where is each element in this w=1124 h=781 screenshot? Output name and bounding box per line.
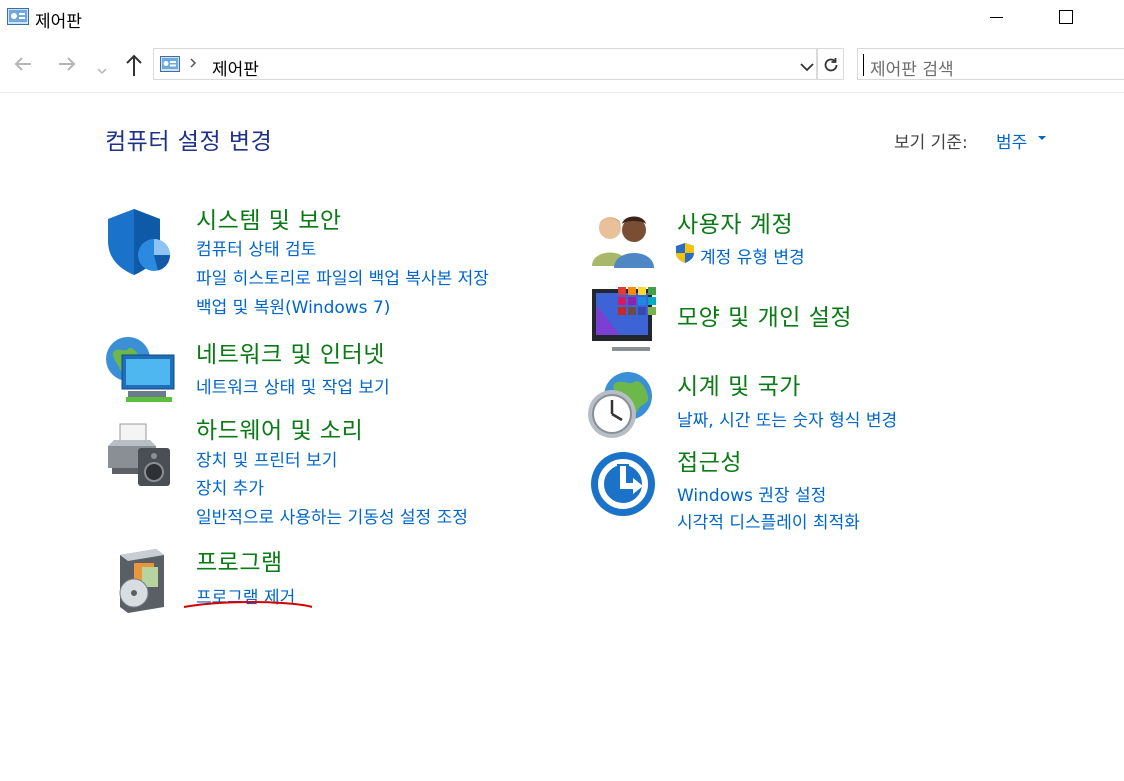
maximize-button[interactable] <box>1059 10 1073 24</box>
shield-icon[interactable] <box>104 207 172 281</box>
link-add-device[interactable]: 장치 추가 <box>196 474 264 499</box>
view-by-label: 보기 기준: <box>894 133 968 153</box>
link-network-status[interactable]: 네트워크 상태 및 작업 보기 <box>196 373 390 398</box>
refresh-icon <box>824 58 838 72</box>
address-bar[interactable]: 제어판 <box>153 48 817 80</box>
control-panel-icon <box>160 56 180 72</box>
link-review-computer-status[interactable]: 컴퓨터 상태 검토 <box>196 235 316 260</box>
breadcrumb-chevron-icon[interactable] <box>188 56 198 74</box>
link-devices-printers[interactable]: 장치 및 프린터 보기 <box>196 446 337 471</box>
link-mobility-settings[interactable]: 일반적으로 사용하는 기동성 설정 조정 <box>196 503 468 528</box>
address-dropdown-icon[interactable] <box>799 58 815 77</box>
view-by-caret-icon[interactable] <box>1038 136 1046 140</box>
uac-shield-icon <box>675 242 695 268</box>
red-underline-annotation <box>182 596 316 615</box>
text-caret <box>863 54 864 76</box>
back-arrow-icon[interactable] <box>11 52 35 80</box>
link-optimize-visual-display[interactable]: 시각적 디스플레이 최적화 <box>677 508 860 533</box>
display-tiles-icon[interactable] <box>590 285 662 359</box>
category-user-accounts[interactable]: 사용자 계정 <box>677 205 793 239</box>
refresh-button[interactable] <box>817 48 844 80</box>
page-title: 컴퓨터 설정 변경 <box>105 129 273 155</box>
breadcrumb-current[interactable]: 제어판 <box>212 55 259 80</box>
search-input[interactable]: 제어판 검색 <box>857 48 1124 80</box>
up-arrow-icon[interactable] <box>122 52 146 82</box>
header-divider <box>0 92 1124 93</box>
category-network-internet[interactable]: 네트워크 및 인터넷 <box>196 335 385 369</box>
category-ease-of-access[interactable]: 접근성 <box>677 443 742 477</box>
network-globe-icon[interactable] <box>104 333 180 409</box>
title-bar: 제어판 <box>0 0 1124 36</box>
users-icon[interactable] <box>590 210 658 274</box>
minimize-button[interactable] <box>990 17 1003 18</box>
category-system-security[interactable]: 시스템 및 보안 <box>196 201 342 235</box>
clock-globe-icon[interactable] <box>586 368 658 444</box>
view-by-dropdown[interactable]: 범주 <box>996 128 1027 153</box>
control-panel-icon <box>7 8 29 25</box>
ease-of-access-icon[interactable] <box>589 450 657 522</box>
category-clock-region[interactable]: 시계 및 국가 <box>677 367 801 401</box>
link-change-account-type[interactable]: 계정 유형 변경 <box>700 243 805 268</box>
recent-locations-chevron-icon[interactable] <box>96 60 108 79</box>
search-placeholder: 제어판 검색 <box>870 60 954 80</box>
category-hardware-sound[interactable]: 하드웨어 및 소리 <box>196 411 363 445</box>
window-title: 제어판 <box>35 12 82 32</box>
link-date-time-format[interactable]: 날짜, 시간 또는 숫자 형식 변경 <box>677 406 897 431</box>
category-appearance-personalization[interactable]: 모양 및 개인 설정 <box>677 298 852 332</box>
link-windows-recommended-settings[interactable]: Windows 권장 설정 <box>677 481 826 506</box>
link-backup-restore[interactable]: 백업 및 복원(Windows 7) <box>196 293 390 318</box>
category-programs[interactable]: 프로그램 <box>196 543 283 577</box>
programs-disc-icon[interactable] <box>112 545 172 617</box>
forward-arrow-icon[interactable] <box>55 52 79 80</box>
printer-speaker-icon[interactable] <box>104 420 174 494</box>
link-file-history-backup[interactable]: 파일 히스토리로 파일의 백업 복사본 저장 <box>196 264 489 289</box>
